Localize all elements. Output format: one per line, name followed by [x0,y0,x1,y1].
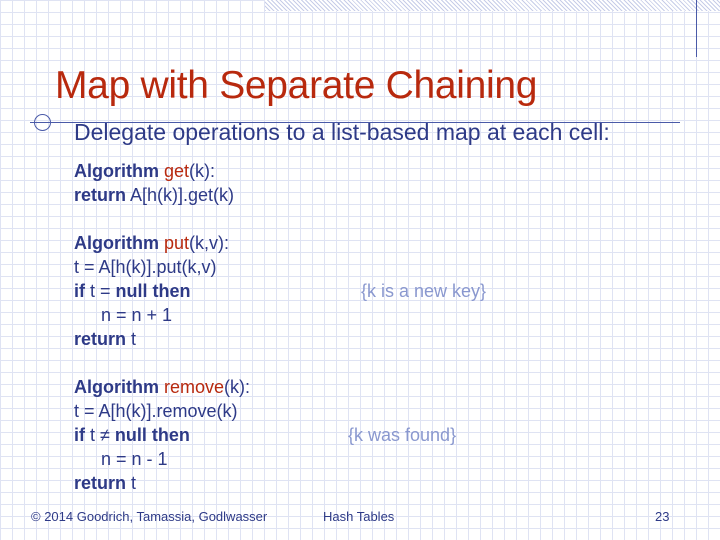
remove-if-line: if t ≠ null then [74,423,190,447]
return-keyword: return [74,329,127,349]
crosshair-ornament [34,114,51,131]
null-then-keyword: null then [115,281,191,301]
put-return-expr: t [131,329,137,349]
remove-comment: {k was found} [348,425,457,445]
remove-assign-line: t = A[h(k)].remove(k) [74,401,238,421]
get-params: (k): [189,161,216,181]
header-hatch-band [265,0,720,11]
header-vertical-rule [696,0,697,57]
remove-function-name: remove [164,377,225,397]
algorithm-keyword: Algorithm [74,233,159,253]
get-algorithm-header: Algorithm get(k): [74,159,215,183]
put-function-name: put [164,233,190,253]
put-algorithm-header: Algorithm put(k,v): [74,231,229,255]
algorithm-keyword: Algorithm [74,377,159,397]
put-increment-line: n = n + 1 [101,305,173,325]
remove-algorithm-header: Algorithm remove(k): [74,375,250,399]
remove-condition: t ≠ [90,425,110,445]
slide-title: Map with Separate Chaining [55,64,538,107]
footer-topic: Hash Tables [323,509,395,524]
if-keyword: if [74,281,85,301]
put-params: (k,v): [189,233,230,253]
footer-copyright: © 2014 Goodrich, Tamassia, Godlwasser [31,509,268,524]
remove-params: (k): [224,377,251,397]
put-comment: {k is a new key} [361,281,487,301]
footer-page-number: 23 [655,509,670,524]
remove-return-expr: t [131,473,137,493]
algorithm-keyword: Algorithm [74,161,159,181]
remove-return-line: return t [74,471,136,495]
return-keyword: return [74,473,127,493]
put-assign-line: t = A[h(k)].put(k,v) [74,257,217,277]
get-return-expr: A[h(k)].get(k) [130,185,235,205]
return-keyword: return [74,185,127,205]
put-return-line: return t [74,327,136,351]
get-return-line: return A[h(k)].get(k) [74,183,234,207]
put-if-line: if t = null then [74,279,191,303]
null-then-keyword: null then [114,425,190,445]
if-keyword: if [74,425,85,445]
put-condition: t = [90,281,111,301]
slide-subtitle: Delegate operations to a list-based map … [74,119,610,145]
get-function-name: get [164,161,190,181]
remove-decrement-line: n = n - 1 [101,449,168,469]
